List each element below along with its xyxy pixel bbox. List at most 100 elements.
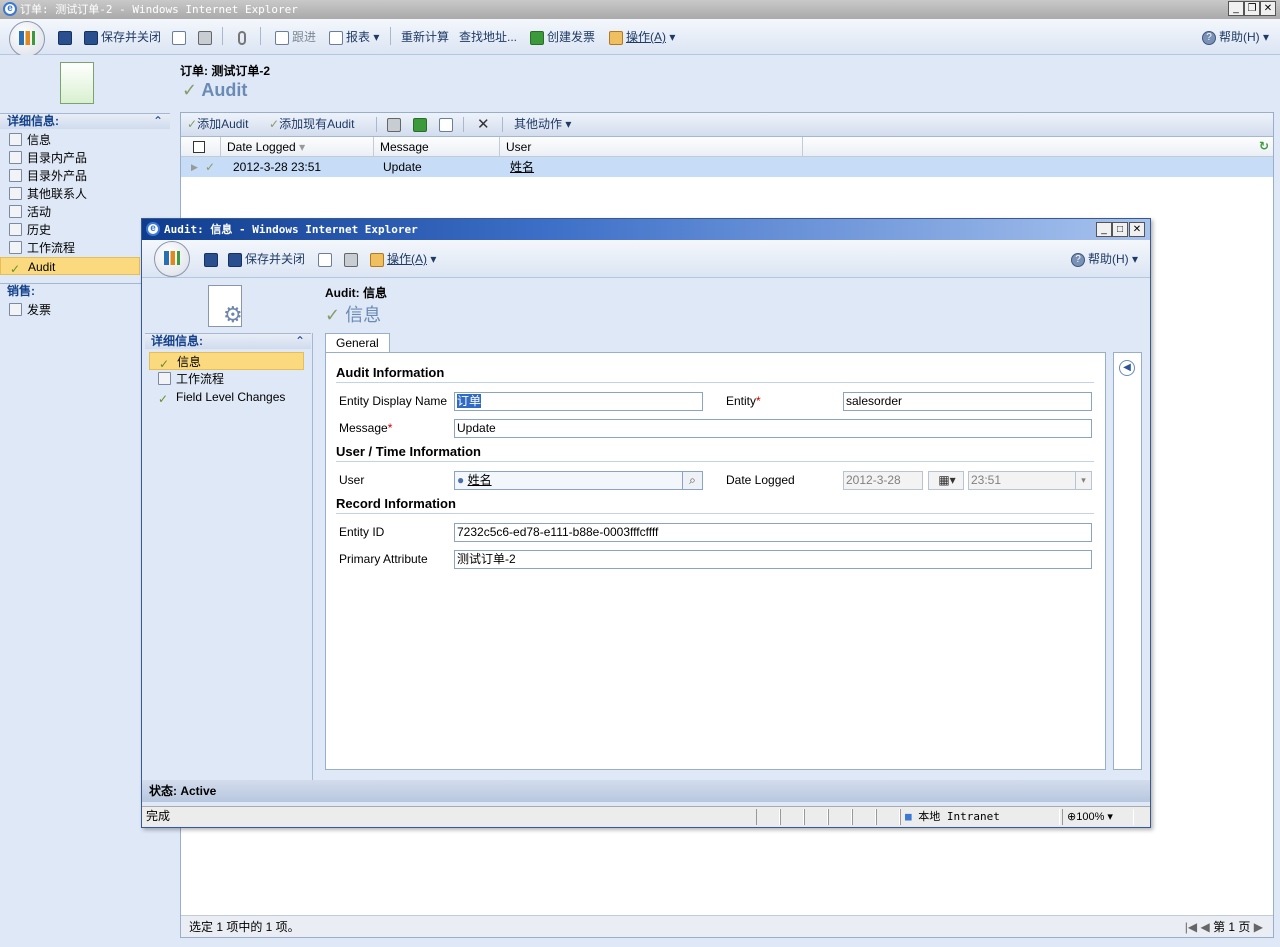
help-menu[interactable]: ? 帮助(H) ▾ [1202,19,1269,55]
column-date-logged[interactable]: Date Logged ▾ [221,137,374,157]
window-title: 订单: 测试订单-2 - Windows Internet Explorer [20,3,298,16]
message-label: Message* [339,421,393,435]
nav-item-other-contacts[interactable]: 其他联系人 [0,185,140,203]
save-icon[interactable] [58,19,75,55]
minimize-button[interactable]: _ [1228,1,1244,16]
print-icon[interactable] [344,240,361,276]
find-address-button[interactable]: 查找地址... [459,19,517,55]
contacts-icon [9,187,22,200]
table-row[interactable]: ▶ ✓ 2012-3-28 23:51 Update 姓名 [181,157,1273,177]
collapse-icon[interactable]: ⌃ [295,334,305,349]
more-actions-menu[interactable]: 其他动作 ▾ [514,113,571,136]
create-invoice-icon [530,30,544,45]
crm-logo-icon[interactable] [9,21,45,57]
cell-user-link[interactable]: 姓名 [510,157,534,177]
audit-check-icon: ✓ [325,305,346,325]
status-cell [828,809,852,825]
entity-field[interactable]: salesorder [843,392,1092,411]
crm-logo-icon[interactable] [154,241,190,277]
nav-item-history[interactable]: 历史 [0,221,140,239]
delete-icon[interactable]: ✕ [477,115,490,135]
select-all-checkbox[interactable] [181,137,221,157]
followup-button[interactable]: 跟进 [275,19,316,55]
next-page-icon[interactable]: ▶ [1254,920,1263,934]
pager: |◀ ◀ 第 1 页 ▶ [1185,916,1263,938]
actions-menu[interactable]: 操作(A) ▾ [370,240,436,276]
save-icon[interactable] [204,240,221,276]
mail-merge-icon[interactable] [439,118,453,132]
actions-menu[interactable]: 操作(A) ▾ [609,19,675,55]
popup-nav-item-field-changes[interactable]: ✓ Field Level Changes [149,388,304,406]
save-close-button[interactable]: 保存并关闭 [84,19,161,55]
close-button[interactable]: ✕ [1260,1,1276,16]
prev-page-icon[interactable]: ◀ [1201,920,1210,934]
save-close-button[interactable]: 保存并关闭 [228,240,305,276]
zoom-control[interactable]: ⊕100% ▾ [1062,809,1134,825]
popup-toolbar: 保存并关闭 操作(A) ▾ ? 帮助(H) ▾ [142,240,1150,278]
save-close-icon [228,252,242,267]
intranet-icon: ■ [905,810,912,823]
record-status-bar: 状态: Active [142,780,1150,802]
popup-minimize-button[interactable]: _ [1096,222,1112,237]
user-link[interactable]: 姓名 [468,473,492,487]
date-logged-time-field[interactable]: 23:51 ▾ [968,471,1092,490]
add-existing-audit-button[interactable]: ✓添加现有Audit [269,113,354,136]
expand-icon[interactable]: ▶ [191,157,198,177]
collapse-panel-icon[interactable]: ◀ [1119,360,1135,376]
attach-icon[interactable] [238,19,249,55]
tab-general[interactable]: General [325,333,390,353]
entity-id-label: Entity ID [339,525,385,539]
section-audit-information: Audit Information [336,365,445,380]
nav-item-activities[interactable]: 活动 [0,203,140,221]
save-new-icon[interactable] [172,19,189,55]
entity-display-name-field[interactable]: 订单 [454,392,703,411]
popup-nav-item-info[interactable]: ✓ 信息 [149,352,304,371]
nav-item-invoices[interactable]: 发票 [0,301,140,319]
popup-maximize-button[interactable]: □ [1112,222,1128,237]
column-message[interactable]: Message [374,137,500,157]
grid-footer: 选定 1 项中的 1 项。 |◀ ◀ 第 1 页 ▶ [181,915,1273,937]
primary-attribute-field[interactable]: 测试订单-2 [454,550,1092,569]
collapse-icon[interactable]: ⌃ [153,114,163,129]
column-user[interactable]: User [500,137,803,157]
product-icon [9,151,22,164]
reports-button[interactable]: 报表 ▾ [329,19,379,55]
details-section-header[interactable]: 详细信息: ⌃ [0,113,170,129]
popup-nav-item-workflows[interactable]: 工作流程 [149,370,304,388]
print-icon[interactable] [387,118,401,132]
help-menu[interactable]: ? 帮助(H) ▾ [1071,240,1138,276]
recalculate-button[interactable]: 重新计算 [401,19,449,55]
export-excel-icon[interactable] [413,118,427,132]
calendar-icon[interactable]: ▦▾ [928,471,964,490]
print-icon[interactable] [198,19,215,55]
actions-icon [609,30,623,45]
add-audit-button[interactable]: ✓添加Audit [187,113,248,136]
popup-details-header[interactable]: 详细信息: ⌃ [145,333,311,349]
order-entity-icon [60,62,94,104]
zoom-icon: ⊕ [1067,811,1077,823]
restore-button[interactable]: ❐ [1244,1,1260,16]
popup-close-button[interactable]: ✕ [1129,222,1145,237]
main-toolbar: 保存并关闭 跟进 报表 ▾ 重新计算 查找地址... 创建发票 操作(A) ▾ … [0,19,1280,57]
nav-item-audit[interactable]: ✓ Audit [0,257,140,276]
audit-check-icon: ✓ [182,80,202,100]
refresh-icon[interactable]: ↻ [1259,139,1269,153]
cell-message: Update [383,160,422,174]
security-zone[interactable]: ■ 本地 Intranet [900,809,1060,825]
entity-line: 订单: 测试订单-2 [180,64,271,78]
lookup-icon[interactable]: ⌕ [682,472,702,489]
user-lookup-field[interactable]: ● 姓名 ⌕ [454,471,703,490]
nav-item-info[interactable]: 信息 [0,131,140,149]
nav-item-catalog-products[interactable]: 目录内产品 [0,149,140,167]
time-dropdown-icon[interactable]: ▾ [1075,472,1091,489]
status-cell [780,809,804,825]
nav-item-writein-products[interactable]: 目录外产品 [0,167,140,185]
first-page-icon[interactable]: |◀ [1185,920,1197,934]
entity-id-field[interactable]: 7232c5c6-ed78-e111-b88e-0003fffcffff [454,523,1092,542]
workflow-icon [9,241,22,254]
date-logged-date-field[interactable]: 2012-3-28 [843,471,923,490]
message-field[interactable]: Update [454,419,1092,438]
nav-item-workflows[interactable]: 工作流程 [0,239,140,257]
create-invoice-button[interactable]: 创建发票 [530,19,595,55]
save-new-icon[interactable] [318,240,335,276]
